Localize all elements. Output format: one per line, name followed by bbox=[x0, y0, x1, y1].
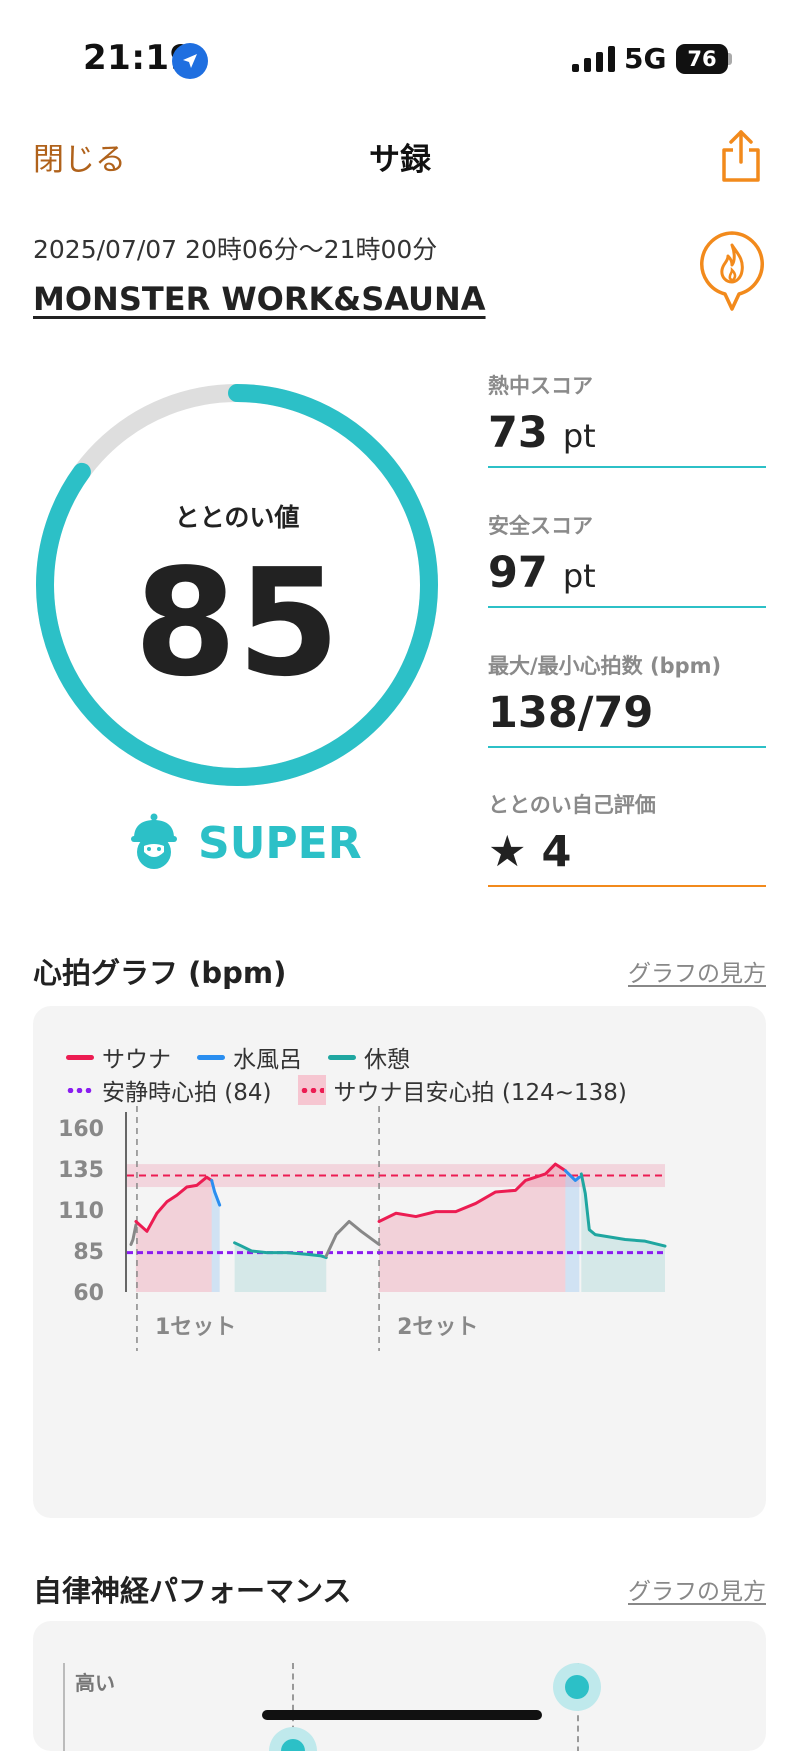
score-label: 熱中スコア bbox=[488, 374, 593, 398]
autonomic-data-point[interactable] bbox=[553, 1663, 601, 1711]
gauge-label: ととのい値 bbox=[174, 503, 300, 532]
legend-sauna-target: サウナ目安心拍 (124~138) bbox=[297, 1073, 627, 1107]
heart-graph-title: 心拍グラフ (bpm) bbox=[33, 956, 287, 990]
session-datetime: 2025/07/07 20時06分〜21時00分 bbox=[33, 235, 438, 264]
battery-tip bbox=[728, 53, 732, 65]
legend-resting-hr: 安静時心拍 (84) bbox=[66, 1073, 272, 1107]
battery-icon: 76 bbox=[676, 44, 728, 74]
rank-label: SUPER bbox=[198, 818, 362, 869]
fire-icon[interactable] bbox=[697, 229, 767, 313]
series-area-cold_bath bbox=[565, 1170, 580, 1292]
legend-rest: 休憩 bbox=[328, 1040, 410, 1074]
y-tick-label: 85 bbox=[73, 1240, 104, 1265]
autonomic-title: 自律神経パフォーマンス bbox=[33, 1574, 352, 1608]
autonomic-y-axis bbox=[63, 1663, 65, 1751]
chart-legend: サウナ 水風呂 休憩 安静時心拍 (84) サウナ目安心拍 (124~138) bbox=[66, 1041, 653, 1107]
score-safety: 安全スコア 97 pt bbox=[488, 510, 766, 608]
battery-level: 76 bbox=[687, 47, 717, 71]
legend-sauna: サウナ bbox=[66, 1040, 171, 1074]
score-divider bbox=[488, 606, 766, 608]
score-value: 138/79 bbox=[488, 688, 654, 738]
star-icon: ★ bbox=[488, 827, 527, 877]
y-tick-label: 160 bbox=[58, 1117, 104, 1142]
score-label: 最大/最小心拍数 (bpm) bbox=[488, 654, 722, 678]
score-label: 安全スコア bbox=[488, 514, 593, 538]
score-heat: 熱中スコア 73 pt bbox=[488, 370, 766, 468]
sauna-hat-character-icon bbox=[131, 813, 177, 869]
autonomic-data-point[interactable] bbox=[269, 1727, 317, 1751]
legend-cold-bath: 水風呂 bbox=[197, 1040, 302, 1074]
y-tick-label: 135 bbox=[58, 1158, 104, 1183]
score-divider bbox=[488, 885, 766, 887]
score-self-rating[interactable]: ととのい自己評価 ★ 4 bbox=[488, 789, 766, 887]
share-icon[interactable] bbox=[716, 128, 766, 184]
score-value: 97 pt bbox=[488, 548, 596, 598]
location-arrow-icon bbox=[172, 43, 208, 79]
score-divider bbox=[488, 466, 766, 468]
network-type: 5G bbox=[624, 42, 667, 75]
autonomic-help-link[interactable]: グラフの見方 bbox=[560, 1572, 766, 1606]
score-divider bbox=[488, 746, 766, 748]
close-button[interactable]: 閉じる bbox=[33, 134, 126, 179]
heart-graph-help-link[interactable]: グラフの見方 bbox=[560, 954, 766, 988]
score-heart-rate: 最大/最小心拍数 (bpm) 138/79 bbox=[488, 650, 766, 748]
autonomic-card: 高い bbox=[33, 1621, 766, 1751]
score-value: ★ 4 bbox=[488, 827, 572, 877]
series-area-sauna bbox=[135, 1177, 212, 1292]
facility-name-link[interactable]: MONSTER WORK&SAUNA bbox=[33, 280, 486, 318]
heart-graph-card: サウナ 水風呂 休憩 安静時心拍 (84) サウナ目安心拍 (124~138) … bbox=[33, 1006, 766, 1518]
set-label: 2セット bbox=[397, 1315, 478, 1340]
series-line-untracked bbox=[129, 1223, 138, 1246]
score-label: ととのい自己評価 bbox=[488, 793, 656, 817]
heart-rate-chart: 160 135 110 85 60 1セット 2セット bbox=[58, 1106, 667, 1351]
gauge-value: 85 bbox=[134, 537, 340, 709]
score-value: 73 pt bbox=[488, 408, 596, 458]
y-tick-label: 110 bbox=[58, 1199, 104, 1224]
set-label: 1セット bbox=[155, 1315, 236, 1340]
y-tick-label: 60 bbox=[73, 1281, 104, 1306]
home-indicator bbox=[262, 1710, 542, 1720]
autonomic-high-label: 高い bbox=[75, 1671, 115, 1695]
series-line-untracked bbox=[324, 1219, 381, 1258]
cellular-signal-icon bbox=[572, 46, 615, 72]
